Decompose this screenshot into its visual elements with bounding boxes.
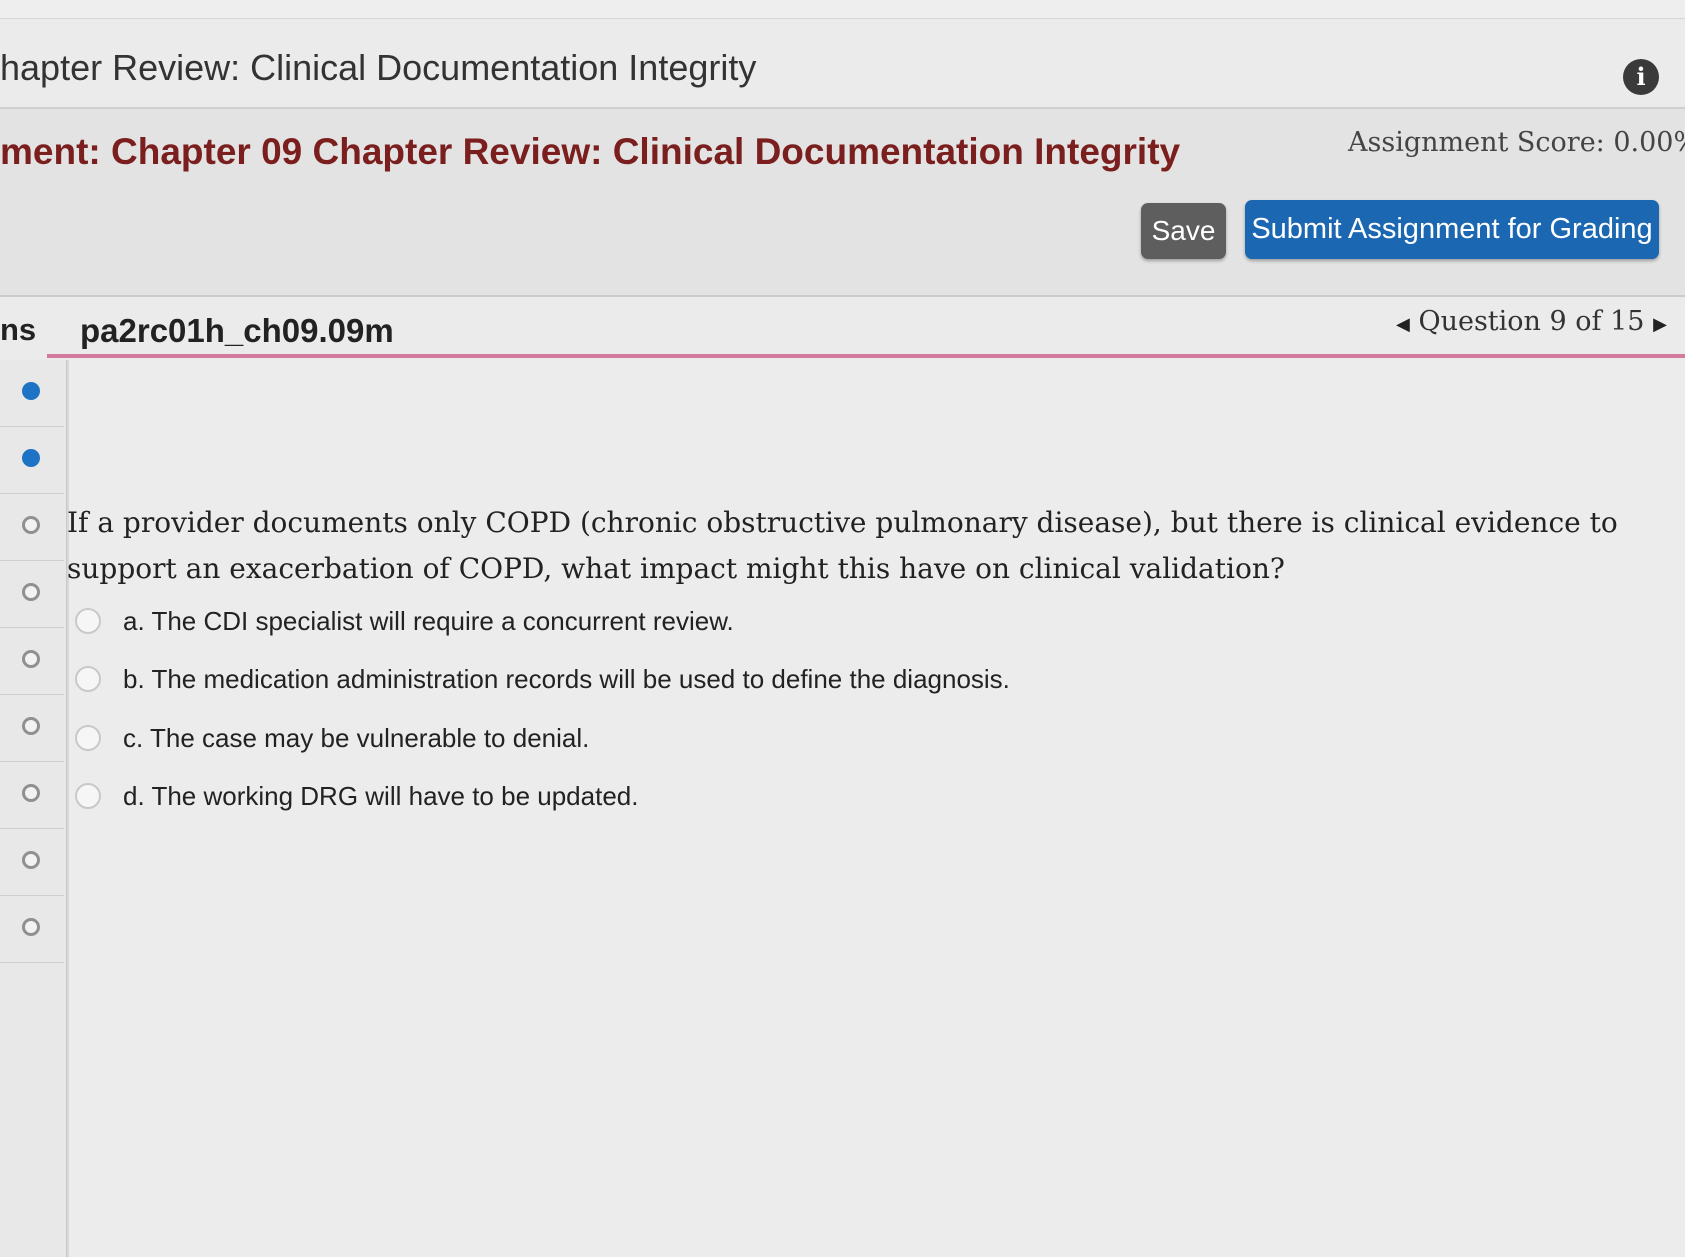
- radio-button[interactable]: [75, 608, 101, 634]
- question-position-label: Question 9 of 15: [1418, 306, 1645, 337]
- submit-assignment-button[interactable]: Submit Assignment for Grading: [1245, 200, 1659, 259]
- status-dot-icon: [22, 449, 40, 467]
- answer-choice-c[interactable]: c. The case may be vulnerable to denial.: [75, 718, 1175, 758]
- status-dot-icon: [22, 851, 40, 869]
- question-nav-item-9[interactable]: [0, 896, 64, 963]
- info-icon[interactable]: i: [1623, 59, 1659, 95]
- status-dot-icon: [22, 918, 40, 936]
- question-nav-item-3[interactable]: [0, 494, 64, 561]
- course-title: hapter Review: Clinical Documentation In…: [0, 47, 757, 88]
- question-navigator: ◀ Question 9 of 15 ▶: [1396, 306, 1667, 337]
- status-dot-icon: [22, 516, 40, 534]
- question-nav-item-6[interactable]: [0, 695, 64, 762]
- caret-right-icon[interactable]: ▶: [1653, 314, 1667, 335]
- answer-choice-b[interactable]: b. The medication administration records…: [75, 659, 1175, 699]
- save-button[interactable]: Save: [1141, 203, 1226, 259]
- radio-button[interactable]: [75, 783, 101, 809]
- radio-button[interactable]: [75, 666, 101, 692]
- status-dot-icon: [22, 784, 40, 802]
- radio-button[interactable]: [75, 725, 101, 751]
- assignment-header: ment: Chapter 09 Chapter Review: Clinica…: [0, 109, 1685, 297]
- question-list-sidebar: [0, 360, 68, 1257]
- choice-label: a. The CDI specialist will require a con…: [123, 605, 734, 636]
- answer-choice-d[interactable]: d. The working DRG will have to be updat…: [75, 776, 1175, 816]
- status-dot-icon: [22, 382, 40, 400]
- question-nav-item-2[interactable]: [0, 427, 64, 494]
- questions-tab-label[interactable]: ns: [0, 312, 36, 348]
- caret-left-icon[interactable]: ◀: [1396, 314, 1410, 335]
- browser-top-strip: [0, 0, 1685, 19]
- assignment-title: ment: Chapter 09 Chapter Review: Clinica…: [0, 131, 1181, 172]
- question-nav-item-7[interactable]: [0, 762, 64, 829]
- status-dot-icon: [22, 583, 40, 601]
- question-stem: If a provider documents only COPD (chron…: [67, 506, 1618, 585]
- choice-label: b. The medication administration records…: [123, 663, 1010, 694]
- assignment-score: Assignment Score: 0.00%: [1348, 127, 1685, 158]
- course-header: hapter Review: Clinical Documentation In…: [0, 19, 1685, 109]
- question-id: pa2rc01h_ch09.09m: [80, 312, 394, 349]
- question-nav-item-8[interactable]: [0, 829, 64, 896]
- choice-label: d. The working DRG will have to be updat…: [123, 780, 639, 811]
- status-dot-icon: [22, 650, 40, 668]
- question-bar-divider: [47, 354, 1685, 358]
- status-dot-icon: [22, 717, 40, 735]
- question-nav-item-4[interactable]: [0, 561, 64, 628]
- choice-label: c. The case may be vulnerable to denial.: [123, 722, 590, 753]
- question-nav-item-1[interactable]: [0, 360, 64, 427]
- answer-choice-a[interactable]: a. The CDI specialist will require a con…: [75, 601, 1175, 641]
- question-nav-item-5[interactable]: [0, 628, 64, 695]
